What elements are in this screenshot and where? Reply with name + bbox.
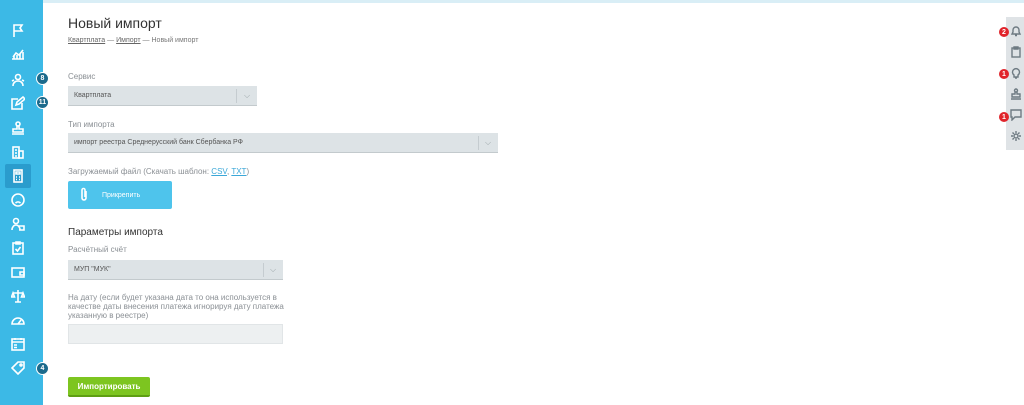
date-input[interactable] [68, 324, 283, 344]
file-label-close: ) [246, 167, 250, 176]
file-label-text: Загружаемый файл (Скачать шаблон: [68, 167, 210, 176]
sidebar-item-tasks[interactable] [5, 236, 31, 260]
sidebar-item-workers[interactable] [5, 212, 31, 236]
stamp-icon [1011, 88, 1021, 100]
sad-face-icon [11, 193, 25, 207]
sidebar-badge-users: 8 [36, 72, 49, 85]
chevron-down-icon: ⌵ [269, 265, 277, 274]
settings-button[interactable] [1009, 129, 1023, 143]
bulb-icon [1011, 67, 1021, 79]
breadcrumb: Квартплата — Импорт — Новый импорт [68, 37, 198, 44]
import-type-select-value: импорт реестра Среднерусский банк Сберба… [74, 139, 243, 146]
flag-icon [13, 24, 24, 37]
chat-icon [1010, 109, 1022, 121]
clipboard-icon [12, 241, 24, 255]
bell-icon [1010, 26, 1022, 37]
scales-icon [11, 290, 25, 303]
sidebar-item-wallet[interactable] [5, 260, 31, 284]
select-divider [236, 89, 237, 103]
sidebar-item-stamp[interactable] [5, 116, 31, 140]
sidebar-item-calendar[interactable] [5, 332, 31, 356]
sidebar-item-scales[interactable] [5, 284, 31, 308]
ideas-button[interactable] [1009, 66, 1023, 80]
worker-icon [11, 217, 25, 231]
template-txt-link[interactable]: TXT [231, 167, 246, 176]
sidebar-item-gauge[interactable] [5, 308, 31, 332]
tag-icon [11, 361, 25, 375]
sidebar-item-building[interactable] [5, 140, 31, 164]
gauge-icon [11, 317, 25, 325]
service-select[interactable]: Квартплата ⌵ [68, 86, 257, 106]
import-type-select[interactable]: импорт реестра Среднерусский банк Сберба… [68, 133, 498, 153]
wallet-icon [11, 267, 25, 278]
sidebar-item-flag[interactable] [5, 19, 31, 43]
attach-button-label: Прикрепить [102, 191, 141, 199]
top-border [0, 0, 1024, 3]
file-label-separator: , [227, 167, 230, 176]
chevron-down-icon: ⌵ [243, 91, 251, 100]
chat-button[interactable] [1009, 108, 1023, 122]
breadcrumb-link-import[interactable]: Импорт [116, 37, 140, 44]
date-label: На дату (если будет указана дата то она … [68, 293, 284, 320]
sidebar-item-edit[interactable] [5, 91, 31, 115]
sidebar-item-calculator[interactable] [5, 164, 31, 188]
file-label: Загружаемый файл (Скачать шаблон: CSV, T… [68, 167, 249, 176]
paperclip-icon [78, 187, 92, 203]
sidebar-item-complaints[interactable] [5, 188, 31, 212]
service-label: Сервис [68, 72, 96, 81]
sidebar-item-users[interactable] [5, 68, 31, 92]
service-select-value: Квартплата [74, 92, 112, 99]
edit-icon [11, 96, 25, 110]
page-title: Новый импорт [68, 15, 162, 31]
import-type-label: Тип импорта [68, 120, 115, 129]
calendar-icon [11, 338, 25, 351]
stamp-button[interactable] [1009, 87, 1023, 101]
users-icon [11, 73, 25, 87]
sidebar-badge-tags: 4 [36, 362, 49, 375]
breadcrumb-current: Новый импорт [151, 37, 199, 44]
sidebar-item-chart[interactable] [5, 42, 31, 66]
breadcrumb-separator: — [142, 37, 150, 44]
sidebar-item-tags[interactable] [5, 356, 31, 380]
select-divider [263, 263, 264, 277]
params-section-title: Параметры импорта [68, 227, 163, 238]
notifications-badge: 2 [999, 27, 1009, 37]
chat-badge: 1 [999, 112, 1009, 122]
breadcrumb-link-kvartplata[interactable]: Квартплата [68, 37, 105, 44]
sidebar-badge-edit: 11 [36, 96, 49, 109]
account-label: Расчётный счёт [68, 245, 127, 254]
breadcrumb-separator: — [107, 37, 115, 44]
sidebar: 8 11 4 [0, 0, 49, 405]
account-select[interactable]: МУП "МУК" ⌵ [68, 260, 283, 280]
ideas-badge: 1 [999, 69, 1009, 79]
gear-icon [1011, 131, 1021, 141]
attach-file-button[interactable]: Прикрепить [68, 181, 172, 209]
chevron-down-icon: ⌵ [484, 138, 492, 147]
notifications-button[interactable] [1009, 24, 1023, 38]
tasks-button[interactable] [1009, 45, 1023, 59]
account-select-value: МУП "МУК" [74, 266, 111, 273]
select-divider [478, 136, 479, 150]
template-csv-link[interactable]: CSV [211, 167, 227, 176]
chart-icon [12, 49, 24, 60]
calculator-icon [13, 169, 23, 183]
import-button[interactable]: Импортировать [68, 377, 150, 397]
building-icon [12, 146, 24, 159]
stamp-icon [12, 121, 24, 135]
clipboard-icon [1011, 46, 1021, 58]
